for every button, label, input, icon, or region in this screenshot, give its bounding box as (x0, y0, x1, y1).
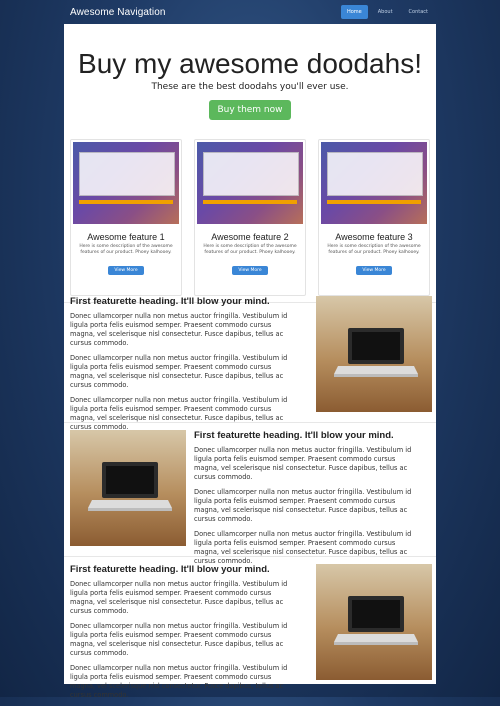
laptop-image (334, 596, 418, 645)
feature-2-view-more-button[interactable]: View More (232, 266, 268, 275)
featurette-1-image (316, 296, 432, 412)
nav-about[interactable]: About (372, 5, 399, 19)
brand-link[interactable]: Awesome Navigation (70, 7, 166, 18)
feature-2-title: Awesome feature 2 (211, 232, 289, 242)
featurette-3-image (316, 564, 432, 680)
featurette-1-paragraph: Donec ullamcorper nulla non metus auctor… (70, 354, 288, 389)
hero-title: Buy my awesome doodahs! (78, 48, 422, 79)
featurette-2-heading: First featurette heading. It'll blow you… (194, 430, 394, 441)
featurette-2-image (70, 430, 186, 546)
feature-3-view-more-button[interactable]: View More (356, 266, 392, 275)
featurette-1-heading: First featurette heading. It'll blow you… (70, 296, 270, 307)
feature-cards: Awesome feature 1 Here is some descripti… (70, 139, 430, 296)
featurette-3-paragraph: Donec ullamcorper nulla non metus auctor… (70, 664, 288, 699)
top-navbar: Awesome Navigation Home About Contact (0, 0, 500, 24)
main-container: Buy my awesome doodahs! These are the be… (64, 24, 436, 699)
hero: Buy my awesome doodahs! These are the be… (64, 24, 436, 120)
feature-card-2: Awesome feature 2 Here is some descripti… (194, 139, 306, 296)
featurette-1-paragraph: Donec ullamcorper nulla non metus auctor… (70, 312, 288, 347)
laptop-image (334, 328, 418, 377)
featurette-1: First featurette heading. It'll blow you… (70, 296, 432, 431)
featurette-1-paragraph: Donec ullamcorper nulla non metus auctor… (70, 396, 288, 431)
featurette-3-text: First featurette heading. It'll blow you… (70, 564, 290, 706)
feature-1-description: Here is some description of the awesome … (79, 244, 173, 255)
featurette-3-paragraph: Donec ullamcorper nulla non metus auctor… (70, 622, 288, 657)
feature-card-1: Awesome feature 1 Here is some descripti… (70, 139, 182, 296)
featurette-1-text: First featurette heading. It'll blow you… (70, 296, 290, 438)
featurette-2-paragraph: Donec ullamcorper nulla non metus auctor… (194, 446, 412, 481)
hero-subtitle: These are the best doodahs you'll ever u… (151, 82, 349, 92)
feature-1-title: Awesome feature 1 (87, 232, 165, 242)
featurette-3: First featurette heading. It'll blow you… (70, 564, 432, 699)
featurette-2-paragraph: Donec ullamcorper nulla non metus auctor… (194, 488, 412, 523)
feature-card-3: Awesome feature 3 Here is some descripti… (318, 139, 430, 296)
section-divider (64, 556, 436, 557)
feature-3-thumbnail (321, 142, 427, 224)
section-divider (64, 422, 436, 423)
feature-1-view-more-button[interactable]: View More (108, 266, 144, 275)
featurette-2: First featurette heading. It'll blow you… (70, 430, 430, 565)
nav-home[interactable]: Home (340, 5, 368, 19)
featurette-3-heading: First featurette heading. It'll blow you… (70, 564, 270, 575)
nav-contact[interactable]: Contact (403, 5, 434, 19)
feature-3-description: Here is some description of the awesome … (327, 244, 421, 255)
buy-button[interactable]: Buy them now (209, 100, 291, 120)
featurette-3-paragraph: Donec ullamcorper nulla non metus auctor… (70, 580, 288, 615)
feature-3-title: Awesome feature 3 (335, 232, 413, 242)
feature-2-description: Here is some description of the awesome … (203, 244, 297, 255)
feature-2-thumbnail (197, 142, 303, 224)
featurette-2-paragraph: Donec ullamcorper nulla non metus auctor… (194, 530, 412, 565)
laptop-image (88, 462, 172, 511)
featurette-2-text: First featurette heading. It'll blow you… (194, 430, 414, 572)
feature-1-thumbnail (73, 142, 179, 224)
nav-links: Home About Contact (340, 5, 434, 19)
